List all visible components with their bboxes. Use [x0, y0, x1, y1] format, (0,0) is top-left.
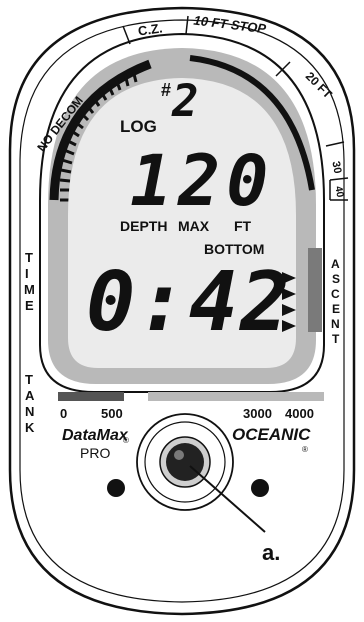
callout-label: a. [262, 540, 280, 565]
svg-text:T: T [25, 250, 33, 265]
svg-text:A: A [331, 257, 340, 271]
svg-text:C: C [331, 287, 340, 301]
knob-highlight [174, 450, 184, 460]
log-label: LOG [120, 117, 157, 136]
ascent-bar [308, 248, 322, 332]
svg-text:T: T [25, 372, 33, 387]
svg-text:E: E [332, 302, 340, 316]
svg-text:N: N [331, 317, 340, 331]
dive-computer-illustration: C.Z. 10 FT STOP 20 FT 30 40 NO DECOM T I… [8, 6, 356, 616]
bottom-time-value: 0:42 [86, 255, 291, 350]
pressure-tick-0: 0 [60, 406, 67, 421]
control-knob[interactable] [166, 443, 204, 481]
pressure-tick-500: 500 [101, 406, 123, 421]
log-number: 2 [171, 76, 199, 127]
max-label: MAX [178, 218, 210, 234]
depth-label: DEPTH [120, 218, 167, 234]
svg-text:E: E [25, 298, 34, 313]
pressure-bar-low [58, 392, 124, 401]
brand-registered-mark: ® [302, 445, 308, 454]
brand-logo: OCEANIC [232, 425, 311, 444]
left-button[interactable] [107, 479, 125, 497]
svg-text:A: A [25, 388, 35, 403]
svg-text:I: I [25, 266, 29, 281]
svg-text:N: N [25, 404, 34, 419]
svg-text:S: S [332, 272, 340, 286]
svg-text:K: K [25, 420, 35, 435]
ft-label: FT [234, 218, 252, 234]
svg-text:M: M [24, 282, 35, 297]
max-depth-value: 120 [130, 140, 274, 222]
svg-text:T: T [332, 332, 340, 346]
model-registered-mark: ® [123, 436, 129, 445]
model-name: DataMax [62, 427, 129, 444]
model-sub: PRO [80, 445, 110, 461]
log-hash: # [161, 80, 171, 100]
ascent-vertical-label: A S C E N T [331, 257, 340, 346]
right-button[interactable] [251, 479, 269, 497]
pressure-bar-high [148, 392, 324, 401]
pressure-tick-4000: 4000 [285, 406, 314, 421]
depth-30-label: 30 [329, 160, 343, 174]
pressure-tick-3000: 3000 [243, 406, 272, 421]
